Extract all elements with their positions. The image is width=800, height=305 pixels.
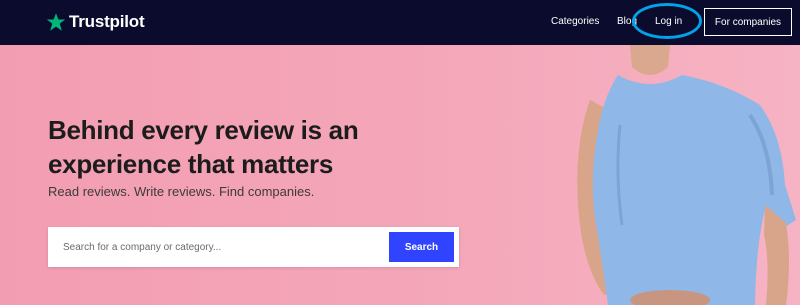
nav-link-login[interactable]: Log in (655, 15, 682, 29)
for-companies-button[interactable]: For companies (704, 8, 792, 36)
headline-line-1: Behind every review is an (48, 115, 359, 145)
logo-text: Trustpilot (69, 12, 145, 31)
search-input[interactable] (48, 227, 378, 267)
top-navbar: Trustpilot Categories Blog Log in For co… (0, 0, 800, 45)
headline-line-2: experience that matters (48, 149, 334, 179)
nav-link-blog[interactable]: Blog (617, 15, 637, 29)
nav-link-categories[interactable]: Categories (551, 15, 599, 29)
hero-subheadline: Read reviews. Write reviews. Find compan… (48, 184, 315, 199)
search-bar: Search (48, 227, 459, 267)
trustpilot-logo[interactable]: Trustpilot (46, 10, 145, 34)
star-icon (46, 13, 66, 31)
hero-person-image (577, 45, 796, 305)
hero-headline: Behind every review is an experience tha… (48, 113, 359, 181)
search-button[interactable]: Search (389, 232, 454, 262)
